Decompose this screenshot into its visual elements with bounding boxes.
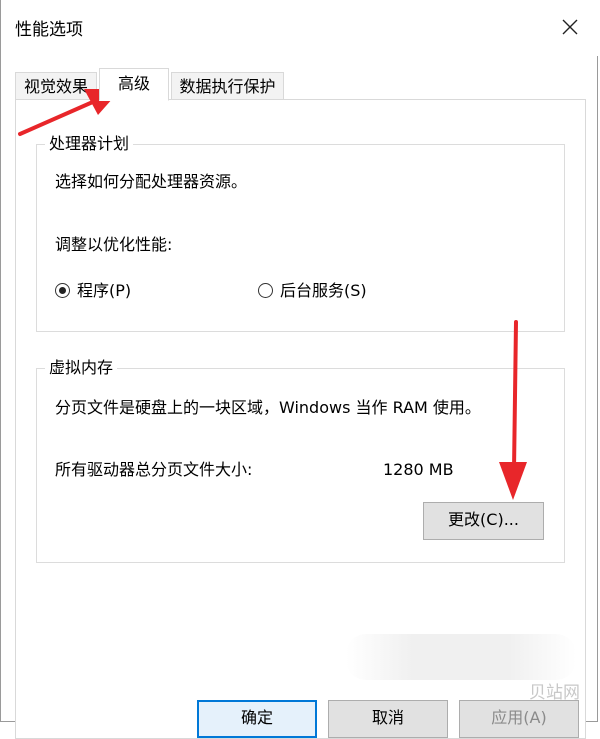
radio-programs[interactable]: 程序(P) <box>55 279 165 303</box>
virtual-memory-description: 分页文件是硬盘上的一块区域，Windows 当作 RAM 使用。 <box>55 398 481 417</box>
virtual-memory-group: 虚拟内存 分页文件是硬盘上的一块区域，Windows 当作 RAM 使用。 所有… <box>36 357 565 563</box>
close-icon <box>562 19 578 35</box>
radio-programs-indicator[interactable] <box>55 283 70 298</box>
watermark: 贝站网 <box>529 683 580 703</box>
processor-scheduling-legend: 处理器计划 <box>45 133 134 155</box>
cancel-button[interactable]: 取消 <box>328 700 448 738</box>
ok-button[interactable]: 确定 <box>197 700 317 738</box>
title-bar: 性能选项 <box>1 0 599 56</box>
tab-data-execution-prevention[interactable]: 数据执行保护 <box>171 72 284 100</box>
blurred-overlay <box>346 634 576 680</box>
close-button[interactable] <box>553 12 587 42</box>
radio-background-services-indicator[interactable] <box>258 283 273 298</box>
radio-background-services[interactable]: 后台服务(S) <box>258 279 398 303</box>
performance-options-dialog: 性能选项 视觉效果 高级 数据执行保护 处理器计划 选择如何分配处理器资源。 调… <box>0 0 599 739</box>
processor-scheduling-group: 处理器计划 选择如何分配处理器资源。 调整以优化性能: 程序(P) 后台服务(S… <box>36 133 565 332</box>
tab-visual-effects[interactable]: 视觉效果 <box>15 72 97 100</box>
virtual-memory-legend: 虚拟内存 <box>45 357 118 379</box>
paging-file-total-label: 所有驱动器总分页文件大小: <box>55 460 253 479</box>
processor-description: 选择如何分配处理器资源。 <box>55 172 248 191</box>
tab-advanced[interactable]: 高级 <box>99 68 169 101</box>
dialog-title: 性能选项 <box>15 20 83 40</box>
apply-button[interactable]: 应用(A) <box>459 700 579 738</box>
change-button[interactable]: 更改(C)... <box>423 502 544 540</box>
adjust-performance-label: 调整以优化性能: <box>55 235 173 254</box>
radio-programs-label: 程序(P) <box>77 281 132 300</box>
radio-background-services-label: 后台服务(S) <box>280 281 367 300</box>
paging-file-total-value: 1280 MB <box>383 460 454 479</box>
